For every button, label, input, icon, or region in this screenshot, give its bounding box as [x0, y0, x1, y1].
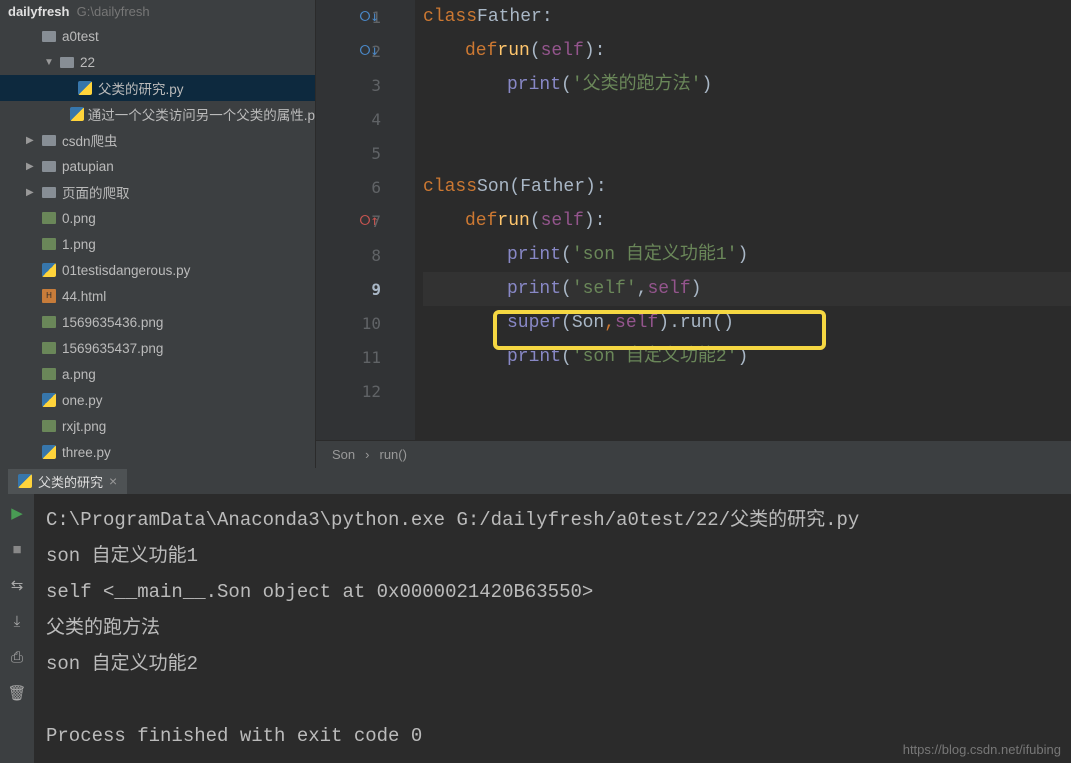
image-file-icon — [40, 366, 58, 382]
tree-item[interactable]: a0test — [0, 23, 315, 49]
folder-icon — [40, 184, 58, 200]
project-sidebar: dailyfresh G:\dailyfresh a0test ▼ 22父类的研究.… — [0, 0, 316, 468]
watermark-text: https://blog.csdn.net/ifubing — [903, 742, 1061, 757]
line-number[interactable]: 12 — [316, 374, 381, 408]
tree-item-label: 1569635437.png — [62, 341, 163, 356]
tree-item-label: 01testisdangerous.py — [62, 263, 190, 278]
print-button[interactable]: ⎙ — [6, 646, 28, 668]
tree-item-label: 0.png — [62, 211, 96, 226]
python-icon — [18, 474, 32, 488]
tree-item-label: csdn爬虫 — [62, 130, 118, 150]
tree-item[interactable]: three.py — [0, 439, 315, 465]
toggle-soft-wrap-button[interactable]: ⇆ — [6, 574, 28, 596]
tree-item[interactable]: a.png — [0, 361, 315, 387]
python-file-icon — [40, 262, 58, 278]
tree-item[interactable]: rxjt.png — [0, 413, 315, 439]
tree-item[interactable]: ▶ patupian — [0, 153, 315, 179]
line-number[interactable]: 10 — [316, 306, 381, 340]
tree-item[interactable]: 1.png — [0, 231, 315, 257]
tree-item[interactable]: 通过一个父类访问另一个父类的属性.p — [0, 101, 315, 127]
tree-item[interactable]: ▶ csdn爬虫 — [0, 127, 315, 153]
project-root[interactable]: dailyfresh G:\dailyfresh — [0, 0, 315, 23]
breadcrumb-method[interactable]: run() — [379, 447, 406, 462]
line-number[interactable]: 7⭘↑ — [316, 204, 381, 238]
image-file-icon — [40, 236, 58, 252]
run-tool-window: 父类的研究 × ▶ ■ ⇆ ⤓ ⎙ 🗑 C:\ProgramData\Anaco… — [0, 468, 1071, 763]
override-down-icon[interactable]: ⭘↓ — [359, 43, 379, 59]
tree-item[interactable]: 0.png — [0, 205, 315, 231]
expand-arrow-icon[interactable]: ▶ — [26, 161, 40, 172]
tree-item-label: 页面的爬取 — [62, 182, 130, 202]
line-number[interactable]: 8 — [316, 238, 381, 272]
python-file-icon — [40, 392, 58, 408]
line-number[interactable]: 9 — [316, 272, 381, 306]
tree-item[interactable]: 1569635436.png — [0, 309, 315, 335]
folder-icon — [40, 132, 58, 148]
python-file-icon — [40, 444, 58, 460]
close-icon[interactable]: × — [109, 473, 117, 489]
python-file-icon — [70, 106, 84, 122]
code-editor: 1⭘↓2⭘↓34567⭘↑89101112 class Father: def … — [316, 0, 1071, 468]
line-number[interactable]: 4 — [316, 102, 381, 136]
tree-item-label: 通过一个父类访问另一个父类的属性.p — [88, 104, 315, 124]
console-toolbar: ▶ ■ ⇆ ⤓ ⎙ 🗑 — [0, 494, 34, 763]
line-number[interactable]: 1⭘↓ — [316, 0, 381, 34]
stop-button[interactable]: ■ — [6, 538, 28, 560]
clear-button[interactable]: 🗑 — [6, 682, 28, 704]
override-down-icon[interactable]: ⭘↓ — [359, 9, 379, 25]
tree-item-label: 父类的研究.py — [98, 78, 184, 98]
html-file-icon: H — [40, 288, 58, 304]
tree-item-label: a0test — [62, 29, 99, 44]
console-tab-active[interactable]: 父类的研究 × — [8, 469, 127, 494]
folder-icon — [40, 158, 58, 174]
tree-item-label: one.py — [62, 393, 103, 408]
tree-item[interactable]: 01testisdangerous.py — [0, 257, 315, 283]
scroll-to-end-button[interactable]: ⤓ — [6, 610, 28, 632]
line-number[interactable]: 11 — [316, 340, 381, 374]
rerun-button[interactable]: ▶ — [6, 502, 28, 524]
breadcrumb-separator: › — [365, 447, 369, 462]
folder-icon — [40, 28, 58, 44]
tree-item-label: rxjt.png — [62, 419, 106, 434]
python-file-icon — [76, 80, 94, 96]
expand-arrow-icon[interactable]: ▶ — [26, 135, 40, 146]
breadcrumb[interactable]: Son › run() — [316, 440, 1071, 468]
tree-item[interactable]: H 44.html — [0, 283, 315, 309]
tree-item-label: 44.html — [62, 289, 106, 304]
image-file-icon — [40, 418, 58, 434]
tree-item-label: three.py — [62, 445, 111, 460]
tree-item[interactable]: 父类的研究.py — [0, 75, 315, 101]
tree-item-label: a.png — [62, 367, 96, 382]
tree-item-label: 1569635436.png — [62, 315, 163, 330]
expand-arrow-icon[interactable]: ▼ — [44, 57, 58, 68]
tree-item[interactable]: one.py — [0, 387, 315, 413]
image-file-icon — [40, 314, 58, 330]
line-number[interactable]: 2⭘↓ — [316, 34, 381, 68]
expand-arrow-icon[interactable]: ▶ — [26, 187, 40, 198]
tree-item-label: patupian — [62, 159, 114, 174]
override-up-icon[interactable]: ⭘↑ — [359, 213, 379, 229]
console-tabs: 父类的研究 × — [0, 468, 1071, 494]
tree-item[interactable]: ▶ 页面的爬取 — [0, 179, 315, 205]
tree-item-label: 22 — [80, 55, 95, 70]
breadcrumb-class[interactable]: Son — [332, 447, 355, 462]
gutter: 1⭘↓2⭘↓34567⭘↑89101112 — [316, 0, 401, 440]
tree-item[interactable]: 1569635437.png — [0, 335, 315, 361]
fold-strip — [401, 0, 415, 440]
line-number[interactable]: 6 — [316, 170, 381, 204]
tree-item[interactable]: ▼ 22 — [0, 49, 315, 75]
tree-item-label: 1.png — [62, 237, 96, 252]
console-output[interactable]: C:\ProgramData\Anaconda3\python.exe G:/d… — [34, 494, 1071, 763]
folder-icon — [58, 54, 76, 70]
line-number[interactable]: 3 — [316, 68, 381, 102]
line-number[interactable]: 5 — [316, 136, 381, 170]
image-file-icon — [40, 340, 58, 356]
image-file-icon — [40, 210, 58, 226]
code-area[interactable]: class Father: def run(self): print('父类的跑… — [415, 0, 1071, 440]
